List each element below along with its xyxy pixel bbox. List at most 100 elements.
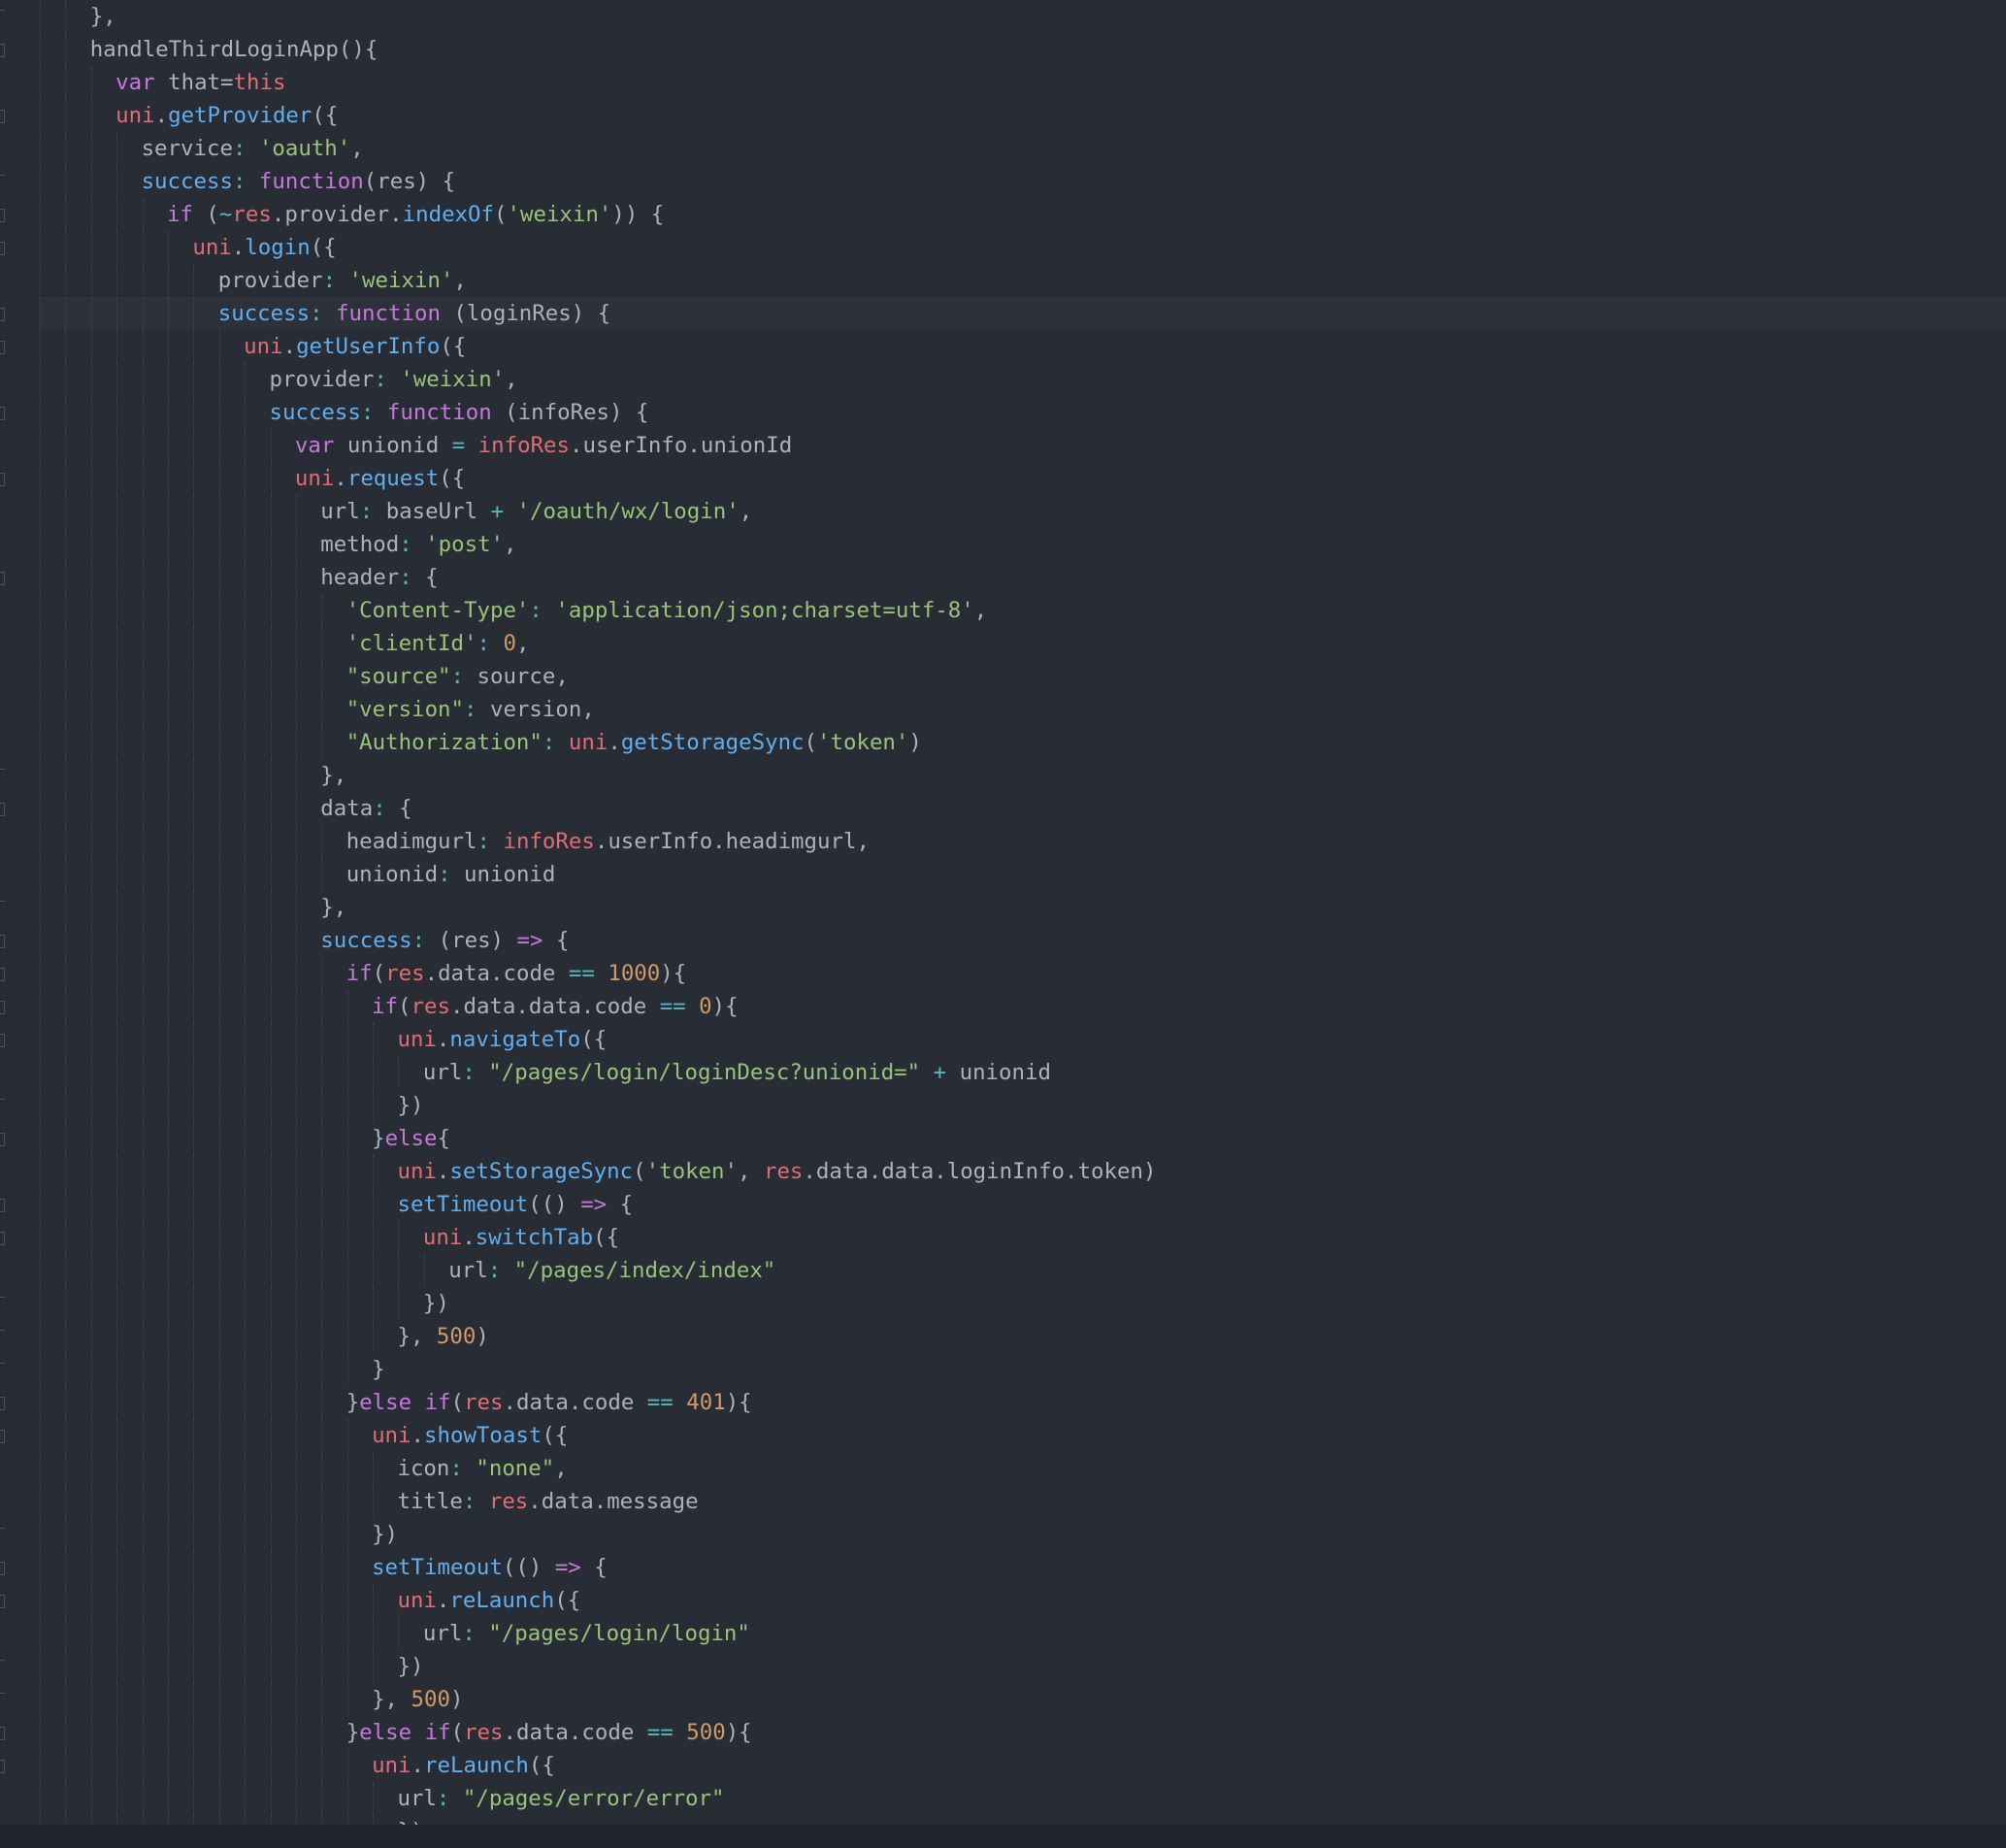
code-line[interactable]: }, 500) [39, 1683, 463, 1716]
fold-toggle-icon[interactable] [0, 110, 5, 123]
indent-guide [64, 1221, 90, 1254]
code-line[interactable]: if(res.data.data.code == 0){ [39, 990, 739, 1023]
code-line[interactable]: uni.request({ [39, 462, 465, 495]
indent-guide [244, 1320, 270, 1353]
code-line[interactable]: }, [39, 0, 116, 33]
code-line[interactable]: 'clientId': 0, [39, 627, 529, 660]
fold-toggle-icon[interactable] [0, 1199, 5, 1212]
code-line[interactable]: }) [39, 1287, 449, 1320]
indent-guide [39, 726, 65, 759]
code-line[interactable]: }) [39, 1518, 398, 1551]
fold-toggle-icon[interactable] [0, 242, 5, 255]
code-line[interactable]: }) [39, 1089, 423, 1122]
code-line[interactable]: }, 500) [39, 1320, 489, 1353]
code-line[interactable]: url: "/pages/index/index" [39, 1254, 775, 1287]
code-line[interactable]: headimgurl: infoRes.userInfo.headimgurl, [39, 825, 870, 858]
code-token: . [608, 730, 621, 755]
code-line[interactable]: success: function (loginRes) { [39, 297, 2006, 330]
code-line[interactable]: uni.setStorageSync('token', res.data.dat… [39, 1155, 1156, 1188]
code-line[interactable]: }else{ [39, 1122, 450, 1155]
fold-toggle-icon[interactable] [0, 1232, 5, 1245]
fold-toggle-icon[interactable] [0, 572, 5, 585]
code-token: ({ [542, 1423, 569, 1448]
code-line[interactable]: "Authorization": uni.getStorageSync('tok… [39, 726, 922, 759]
code-line[interactable]: setTimeout(() => { [39, 1188, 633, 1221]
code-editor[interactable]: }, handleThirdLoginApp(){var that=this uni… [0, 0, 2006, 1848]
code-line[interactable]: data: { [39, 792, 412, 825]
code-line[interactable]: 'Content-Type': 'application/json;charse… [39, 594, 987, 627]
indent-guide [217, 1023, 245, 1056]
indent-guide [192, 1782, 218, 1815]
code-line[interactable]: icon: "none", [39, 1452, 568, 1485]
code-line[interactable]: service: 'oauth', [39, 132, 364, 165]
code-token: infoRes [477, 433, 571, 458]
code-line[interactable]: uni.getProvider({ [39, 99, 338, 132]
code-area[interactable]: }, handleThirdLoginApp(){var that=this uni… [39, 0, 2006, 1825]
indent-guide [217, 1254, 245, 1287]
code-token: : [359, 499, 374, 524]
code-line[interactable]: }) [39, 1815, 423, 1825]
code-line[interactable]: unionid: unionid [39, 858, 555, 891]
fold-toggle-icon[interactable] [0, 44, 5, 57]
code-line[interactable]: success: function(res) { [39, 165, 455, 198]
code-line[interactable]: header: { [39, 561, 439, 594]
code-line[interactable]: }, [39, 759, 346, 792]
code-line[interactable]: provider: 'weixin', [39, 363, 518, 396]
code-line[interactable]: url: baseUrl + '/oauth/wx/login', [39, 495, 752, 528]
code-line[interactable]: }) [39, 1650, 423, 1683]
code-line[interactable]: setTimeout(() => { [39, 1551, 608, 1584]
code-line[interactable]: uni.reLaunch({ [39, 1749, 555, 1782]
code-line[interactable]: title: res.data.message [39, 1485, 699, 1518]
fold-toggle-icon[interactable] [0, 308, 5, 321]
fold-gutter[interactable] [0, 0, 17, 1825]
code-line[interactable]: uni.reLaunch({ [39, 1584, 580, 1617]
code-line[interactable]: if (~res.provider.indexOf('weixin')) { [39, 198, 664, 231]
fold-toggle-icon[interactable] [0, 473, 5, 486]
code-line[interactable]: url: "/pages/login/login" [39, 1617, 750, 1650]
code-line[interactable]: if(res.data.code == 1000){ [39, 957, 686, 990]
code-line[interactable]: uni.getUserInfo({ [39, 330, 466, 363]
fold-toggle-icon[interactable] [0, 341, 5, 354]
fold-toggle-icon[interactable] [0, 1562, 5, 1575]
fold-toggle-icon[interactable] [0, 1430, 5, 1443]
code-line[interactable]: success: (res) => { [39, 924, 569, 957]
code-line[interactable]: url: "/pages/login/loginDesc?unionid=" +… [39, 1056, 1051, 1089]
indent-guide [166, 462, 193, 495]
code-line[interactable]: uni.showToast({ [39, 1419, 568, 1452]
fold-toggle-icon[interactable] [0, 1727, 5, 1740]
code-line[interactable]: "version": version, [39, 693, 595, 726]
indent-guide [141, 1683, 167, 1716]
fold-toggle-icon[interactable] [0, 803, 5, 816]
code-line[interactable]: provider: 'weixin', [39, 264, 467, 297]
fold-toggle-icon[interactable] [0, 407, 5, 420]
code-line[interactable]: method: 'post', [39, 528, 517, 561]
code-line[interactable]: } [39, 1353, 385, 1386]
code-line[interactable]: "source": source, [39, 660, 569, 693]
fold-toggle-icon[interactable] [0, 1595, 5, 1608]
code-line[interactable]: }else if(res.data.code == 401){ [39, 1386, 752, 1419]
fold-toggle-icon[interactable] [0, 1760, 5, 1773]
indent-guide [115, 264, 142, 297]
fold-toggle-icon[interactable] [0, 209, 5, 222]
code-line[interactable]: url: "/pages/error/error" [39, 1782, 725, 1815]
indent-guide [166, 792, 193, 825]
fold-toggle-icon[interactable] [0, 1034, 5, 1047]
fold-toggle-icon[interactable] [0, 968, 5, 981]
code-line[interactable]: }else if(res.data.code == 500){ [39, 1716, 752, 1749]
code-line[interactable]: handleThirdLoginApp(){ [39, 33, 378, 66]
fold-toggle-icon[interactable] [0, 1001, 5, 1014]
code-line[interactable]: }, [39, 891, 346, 924]
fold-toggle-icon[interactable] [0, 1133, 5, 1146]
code-line[interactable]: uni.navigateTo({ [39, 1023, 607, 1056]
code-token: loginInfo [946, 1159, 1066, 1184]
indent-guide [217, 1452, 245, 1485]
code-line[interactable]: success: function (infoRes) { [39, 396, 648, 429]
code-line[interactable]: var that=this [39, 66, 285, 99]
code-line[interactable]: var unionid = infoRes.userInfo.unionId [39, 429, 792, 462]
indent-guide [166, 1650, 193, 1683]
code-line[interactable]: uni.switchTab({ [39, 1221, 619, 1254]
fold-toggle-icon[interactable] [0, 1397, 5, 1410]
horizontal-scrollbar-track[interactable] [0, 1825, 2006, 1848]
fold-toggle-icon[interactable] [0, 935, 5, 948]
code-line[interactable]: uni.login({ [39, 231, 337, 264]
